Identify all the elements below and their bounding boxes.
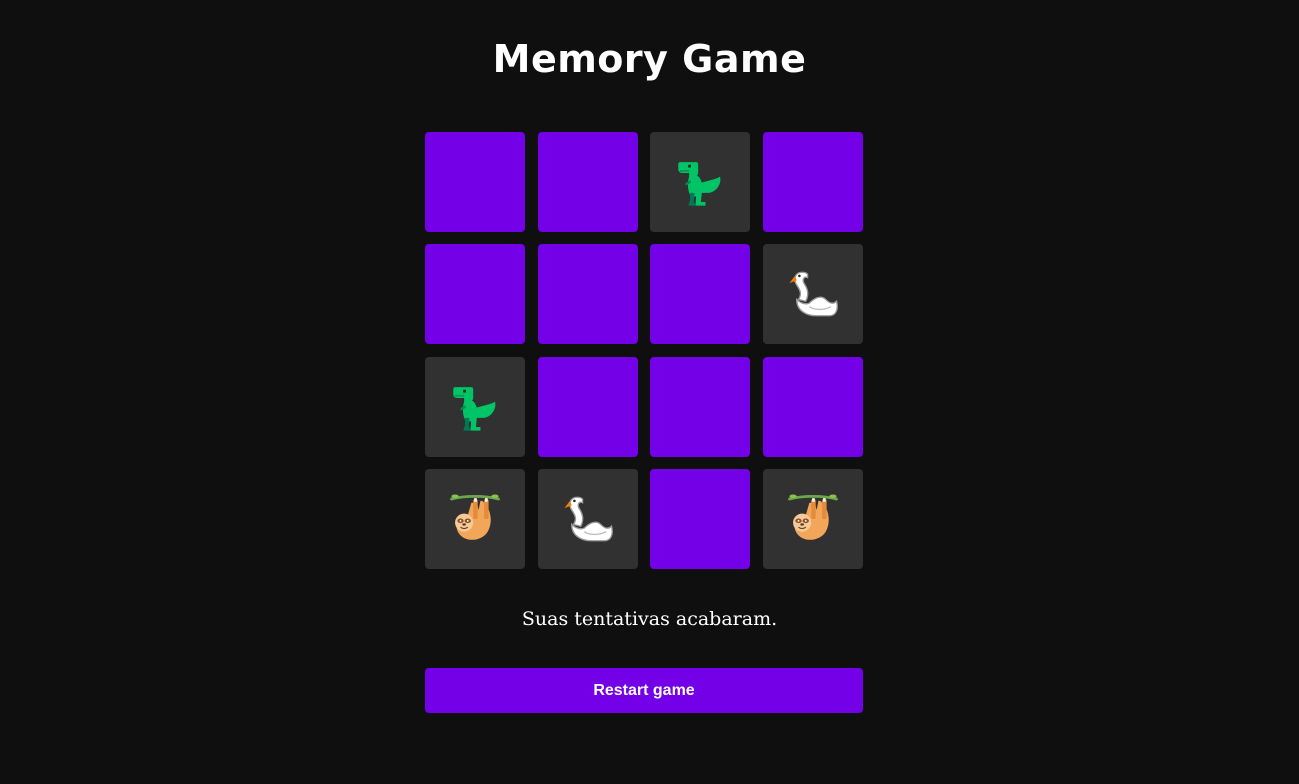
- card-11[interactable]: [650, 356, 751, 457]
- card-6[interactable]: [537, 244, 638, 345]
- card-3[interactable]: [650, 132, 751, 232]
- t-rex-icon: [446, 378, 504, 436]
- card-12[interactable]: [762, 356, 863, 457]
- card-1[interactable]: [425, 132, 525, 232]
- swan-icon: [559, 490, 617, 548]
- card-8[interactable]: [762, 244, 863, 345]
- sloth-icon: [784, 490, 842, 548]
- restart-game-button[interactable]: Restart game: [425, 668, 863, 713]
- card-16[interactable]: [762, 468, 863, 569]
- page-title: Memory Game: [492, 37, 807, 81]
- card-15[interactable]: [650, 468, 751, 569]
- status-message: Suas tentativas acabaram.: [521, 608, 778, 630]
- card-13[interactable]: [425, 468, 525, 569]
- card-2[interactable]: [537, 132, 638, 232]
- card-9[interactable]: [425, 356, 525, 457]
- sloth-icon: [446, 490, 504, 548]
- card-10[interactable]: [537, 356, 638, 457]
- card-grid: [425, 132, 863, 569]
- swan-icon: [784, 265, 842, 323]
- card-5[interactable]: [425, 244, 525, 345]
- card-4[interactable]: [762, 132, 863, 232]
- card-14[interactable]: [537, 468, 638, 569]
- card-7[interactable]: [650, 244, 751, 345]
- t-rex-icon: [671, 153, 729, 211]
